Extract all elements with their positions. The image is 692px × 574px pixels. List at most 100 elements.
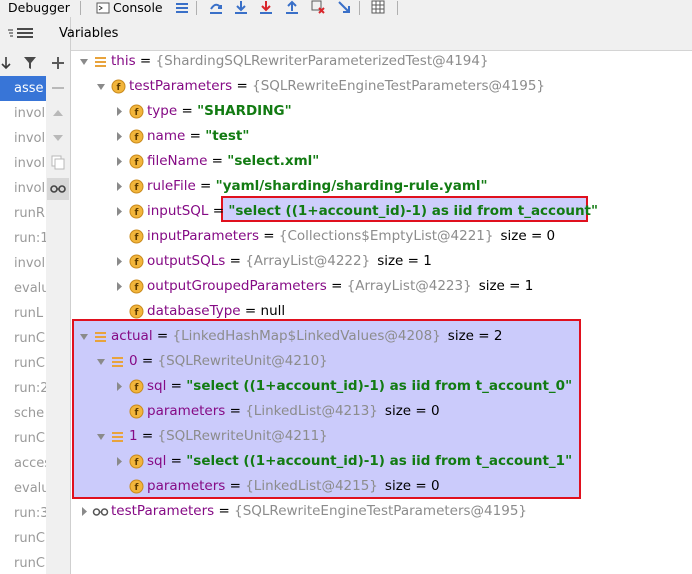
variable-row[interactable]: outputGroupedParameters = {ArrayList@422… bbox=[147, 274, 533, 299]
frame-item[interactable]: sche bbox=[0, 401, 46, 426]
expand-arrow-icon[interactable] bbox=[114, 149, 124, 174]
field-icon: f bbox=[129, 129, 144, 144]
expand-arrow-icon[interactable] bbox=[114, 274, 124, 299]
arrow-down-icon[interactable] bbox=[1, 56, 11, 70]
frame-item[interactable]: run:1 bbox=[0, 226, 46, 251]
expand-arrow-icon[interactable] bbox=[114, 124, 124, 149]
variable-value: {SQLRewriteEngineTestParameters@4195} bbox=[234, 503, 528, 519]
add-watch-icon[interactable] bbox=[50, 55, 66, 71]
frame-item[interactable]: runL bbox=[0, 301, 46, 326]
variable-row[interactable]: databaseType = null bbox=[147, 299, 285, 324]
frame-item[interactable]: run:2 bbox=[0, 376, 46, 401]
collapse-arrow-icon[interactable] bbox=[79, 324, 89, 349]
variable-row[interactable]: inputSQL = "select ((1+account_id)-1) as… bbox=[147, 199, 598, 224]
variable-row[interactable]: testParameters = {SQLRewriteEngineTestPa… bbox=[129, 74, 545, 99]
expand-arrow-icon[interactable] bbox=[114, 449, 124, 474]
collapse-arrow-icon[interactable] bbox=[96, 349, 106, 374]
equals-sign: = bbox=[208, 203, 229, 219]
toolbar-separator bbox=[196, 1, 197, 15]
force-step-into-icon[interactable] bbox=[259, 0, 273, 14]
equals-sign: = bbox=[225, 403, 246, 419]
step-out-icon[interactable] bbox=[285, 0, 299, 14]
toolbar-separator bbox=[80, 1, 81, 15]
variable-value: {ArrayList@4223} bbox=[346, 278, 472, 294]
frame-item[interactable]: runC bbox=[0, 351, 46, 376]
collapse-arrow-icon[interactable] bbox=[79, 49, 89, 74]
frame-item[interactable]: invol bbox=[0, 126, 46, 151]
variable-name: databaseType bbox=[147, 303, 241, 319]
svg-text:f: f bbox=[135, 483, 139, 493]
move-up-icon[interactable] bbox=[50, 105, 66, 121]
list-icon[interactable] bbox=[175, 1, 189, 15]
debugger-tab[interactable]: Debugger bbox=[8, 0, 70, 17]
collapse-arrow-icon[interactable] bbox=[96, 424, 106, 449]
watches-toggle[interactable] bbox=[47, 178, 69, 200]
variable-row[interactable]: name = "test" bbox=[147, 124, 249, 149]
variable-row[interactable]: sql = "select ((1+account_id)-1) as iid … bbox=[147, 449, 572, 474]
frame-item[interactable]: invol bbox=[0, 151, 46, 176]
field-icon: f bbox=[111, 79, 126, 94]
remove-watch-icon[interactable] bbox=[50, 80, 66, 96]
frame-item[interactable]: runC bbox=[0, 326, 46, 351]
frame-item[interactable]: runC bbox=[0, 551, 46, 574]
expand-arrow-icon[interactable] bbox=[114, 99, 124, 124]
variable-value: "select ((1+account_id)-1) as iid from t… bbox=[186, 378, 573, 394]
variable-value: "select ((1+account_id)-1) as iid from t… bbox=[228, 203, 599, 219]
collection-icon bbox=[112, 357, 123, 367]
frame-item[interactable]: invol bbox=[0, 101, 46, 126]
variable-value: "yaml/sharding/sharding-rule.yaml" bbox=[215, 178, 488, 194]
frame-item[interactable]: runC bbox=[0, 526, 46, 551]
svg-text:f: f bbox=[135, 258, 139, 268]
frames-tools bbox=[0, 50, 46, 77]
console-tab[interactable]: Console bbox=[113, 0, 163, 17]
expand-arrow-icon[interactable] bbox=[114, 199, 124, 224]
equals-sign: = bbox=[259, 228, 279, 244]
step-into-icon[interactable] bbox=[234, 0, 248, 14]
frame-item[interactable]: runC bbox=[0, 426, 46, 451]
variable-row[interactable]: 1 = {SQLRewriteUnit@4211} bbox=[129, 424, 328, 449]
variable-row[interactable]: outputSQLs = {ArrayList@4222} size = 1 bbox=[147, 249, 432, 274]
copy-icon[interactable] bbox=[50, 155, 66, 171]
step-over-icon[interactable] bbox=[209, 0, 223, 14]
variable-row[interactable]: parameters = {LinkedList@4213} size = 0 bbox=[147, 399, 440, 424]
frame-item[interactable]: asse bbox=[0, 76, 46, 101]
field-icon: f bbox=[129, 279, 144, 294]
variable-row[interactable]: this = {ShardingSQLRewriterParameterized… bbox=[111, 49, 489, 74]
evaluate-icon[interactable] bbox=[371, 0, 385, 14]
variable-row[interactable]: testParameters = {SQLRewriteEngineTestPa… bbox=[111, 499, 527, 524]
variable-name: inputSQL bbox=[147, 203, 209, 219]
variable-row[interactable]: fileName = "select.xml" bbox=[147, 149, 319, 174]
variable-name: ruleFile bbox=[147, 178, 196, 194]
filter-icon[interactable] bbox=[23, 56, 37, 70]
expand-arrow-icon[interactable] bbox=[114, 174, 124, 199]
frame-item[interactable]: runR bbox=[0, 201, 46, 226]
move-down-icon[interactable] bbox=[50, 130, 66, 146]
frame-item[interactable]: evalu bbox=[0, 276, 46, 301]
frame-item[interactable]: evalu bbox=[0, 476, 46, 501]
variable-name: 1 bbox=[129, 428, 138, 444]
frame-item[interactable]: acces bbox=[0, 451, 46, 476]
collection-icon bbox=[95, 57, 106, 67]
variable-row[interactable]: actual = {LinkedHashMap$LinkedValues@420… bbox=[111, 324, 502, 349]
variable-row[interactable]: sql = "select ((1+account_id)-1) as iid … bbox=[147, 374, 572, 399]
variable-row[interactable]: parameters = {LinkedList@4215} size = 0 bbox=[147, 474, 440, 499]
variable-row[interactable]: 0 = {SQLRewriteUnit@4210} bbox=[129, 349, 328, 374]
variable-row[interactable]: ruleFile = "yaml/sharding/sharding-rule.… bbox=[147, 174, 488, 199]
variable-row[interactable]: type = "SHARDING" bbox=[147, 99, 292, 124]
variable-value: {LinkedList@4215} bbox=[245, 478, 378, 494]
frames-menu-icon[interactable] bbox=[8, 27, 34, 39]
run-to-cursor-icon[interactable] bbox=[337, 0, 351, 14]
expand-arrow-icon[interactable] bbox=[114, 249, 124, 274]
frame-item[interactable]: invol bbox=[0, 251, 46, 276]
svg-text:f: f bbox=[135, 408, 139, 418]
frame-item[interactable]: invol bbox=[0, 176, 46, 201]
variable-name: outputGroupedParameters bbox=[147, 278, 327, 294]
expand-arrow-icon[interactable] bbox=[114, 374, 124, 399]
expand-arrow-icon[interactable] bbox=[79, 499, 89, 524]
variable-value: "SHARDING" bbox=[197, 103, 292, 119]
toolbar-separator bbox=[397, 1, 398, 15]
variable-row[interactable]: inputParameters = {Collections$EmptyList… bbox=[147, 224, 555, 249]
collapse-arrow-icon[interactable] bbox=[96, 74, 106, 99]
drop-frame-icon[interactable] bbox=[311, 0, 325, 14]
frame-item[interactable]: run:3 bbox=[0, 501, 46, 526]
